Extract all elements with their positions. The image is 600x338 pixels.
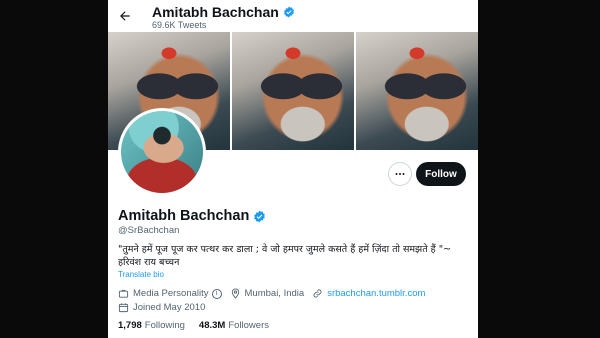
profile-header: Amitabh Bachchan 69.6K Tweets: [108, 0, 478, 32]
joined-label: Joined May 2010: [133, 302, 206, 313]
profile-handle: @SrBachchan: [118, 225, 180, 236]
profile-name: Amitabh Bachchan: [118, 208, 266, 224]
profile-joined-row: Joined May 2010: [118, 302, 213, 313]
website-link[interactable]: srbachchan.tumblr.com: [327, 288, 425, 299]
more-icon: [395, 173, 405, 175]
category-label: Media Personality: [133, 288, 209, 299]
joined-item: Joined May 2010: [118, 302, 205, 313]
arrow-left-icon: [120, 11, 130, 21]
link-icon: [313, 289, 322, 298]
info-icon[interactable]: i: [211, 288, 222, 299]
back-button[interactable]: [116, 7, 134, 25]
followers-label: Followers: [228, 320, 269, 331]
location-item: Mumbai, India: [230, 288, 305, 299]
location-label: Mumbai, India: [244, 288, 305, 299]
profile-meta-row: Media Personality i Mumbai, India srbach…: [118, 288, 433, 299]
header-name: Amitabh Bachchan: [152, 4, 279, 20]
follow-button[interactable]: Follow: [416, 162, 466, 186]
category-item: Media Personality i: [118, 288, 222, 299]
calendar-icon: [118, 303, 129, 313]
banner-image-panel: [356, 32, 478, 150]
following-stat[interactable]: 1,798 Following: [118, 320, 185, 331]
briefcase-icon: [118, 289, 129, 298]
following-count: 1,798: [118, 320, 142, 331]
verified-badge-icon: [254, 210, 266, 222]
header-title: Amitabh Bachchan: [152, 4, 295, 20]
verified-badge-icon: [283, 6, 294, 18]
translate-bio-link[interactable]: Translate bio: [118, 270, 164, 279]
profile-bio: "तुमने हमें पूज पूज कर पत्थर कर डाला ; व…: [118, 244, 452, 268]
following-label: Following: [144, 320, 185, 331]
avatar[interactable]: [118, 108, 206, 196]
follow-stats: 1,798 Following 48.3M Followers: [118, 320, 283, 331]
website-item: srbachchan.tumblr.com: [312, 288, 425, 299]
location-pin-icon: [231, 288, 239, 299]
tweet-count: 69.6K Tweets: [152, 20, 207, 30]
banner-image-panel: [232, 32, 354, 150]
followers-count: 48.3M: [198, 320, 226, 331]
display-name: Amitabh Bachchan: [118, 208, 250, 224]
more-button[interactable]: [388, 162, 412, 186]
profile-page: Amitabh Bachchan 69.6K Tweets Follow Ami…: [108, 0, 478, 338]
followers-stat[interactable]: 48.3M Followers: [199, 320, 269, 331]
